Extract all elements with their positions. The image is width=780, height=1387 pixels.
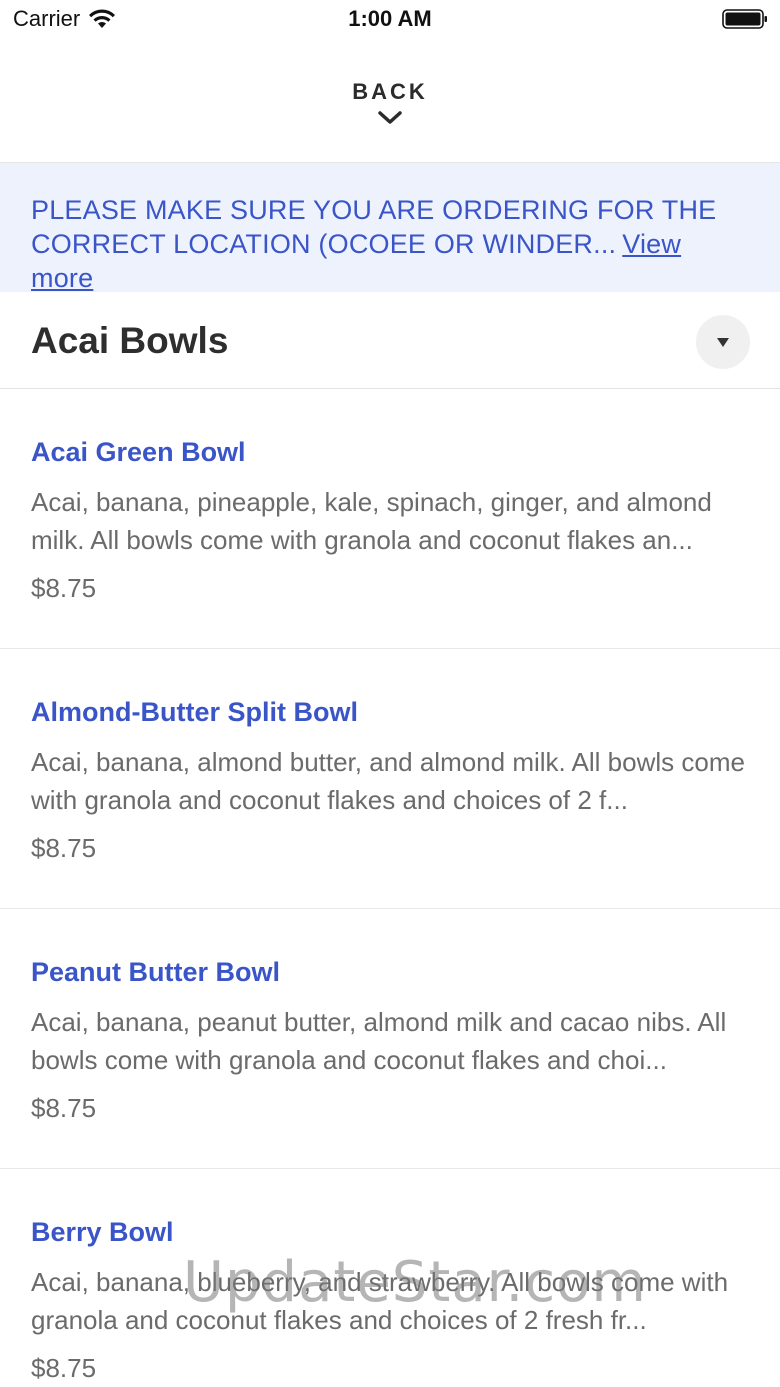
- back-label: BACK: [352, 79, 428, 104]
- clock: 1:00 AM: [348, 6, 432, 31]
- item-name: Berry Bowl: [31, 1217, 174, 1247]
- category-collapse-button[interactable]: [696, 315, 750, 369]
- caret-down-icon: [717, 337, 729, 347]
- item-price: $8.75: [31, 833, 97, 863]
- item-name: Almond-Butter Split Bowl: [31, 697, 358, 727]
- item-price: $8.75: [31, 1093, 97, 1123]
- status-bar: Carrier 1:00 AM: [0, 0, 780, 40]
- back-button[interactable]: BACK: [0, 70, 780, 162]
- item-description: Acai, banana, pineapple, kale, spinach, …: [31, 487, 712, 555]
- menu-item[interactable]: Almond-Butter Split Bowl Acai, banana, a…: [0, 649, 780, 909]
- location-notice-banner: PLEASE MAKE SURE YOU ARE ORDERING FOR TH…: [0, 163, 780, 295]
- menu-item[interactable]: Berry Bowl Acai, banana, blueberry, and …: [0, 1169, 780, 1387]
- item-description: Acai, banana, almond butter, and almond …: [31, 747, 745, 815]
- item-price: $8.75: [31, 1353, 97, 1383]
- menu-item[interactable]: Acai Green Bowl Acai, banana, pineapple,…: [0, 389, 780, 649]
- item-name: Peanut Butter Bowl: [31, 957, 281, 987]
- battery-icon: [722, 9, 767, 29]
- category-header: Acai Bowls: [0, 292, 780, 389]
- item-name: Acai Green Bowl: [31, 437, 246, 467]
- notice-text: PLEASE MAKE SURE YOU ARE ORDERING FOR TH…: [31, 193, 750, 295]
- notice-message: PLEASE MAKE SURE YOU ARE ORDERING FOR TH…: [31, 195, 717, 259]
- item-price: $8.75: [31, 573, 97, 603]
- category-title: Acai Bowls: [31, 320, 229, 361]
- item-description: Acai, banana, peanut butter, almond milk…: [31, 1007, 727, 1075]
- item-description: Acai, banana, blueberry, and strawberry.…: [31, 1267, 729, 1335]
- chevron-down-icon: [378, 111, 402, 124]
- menu-item[interactable]: Peanut Butter Bowl Acai, banana, peanut …: [0, 909, 780, 1169]
